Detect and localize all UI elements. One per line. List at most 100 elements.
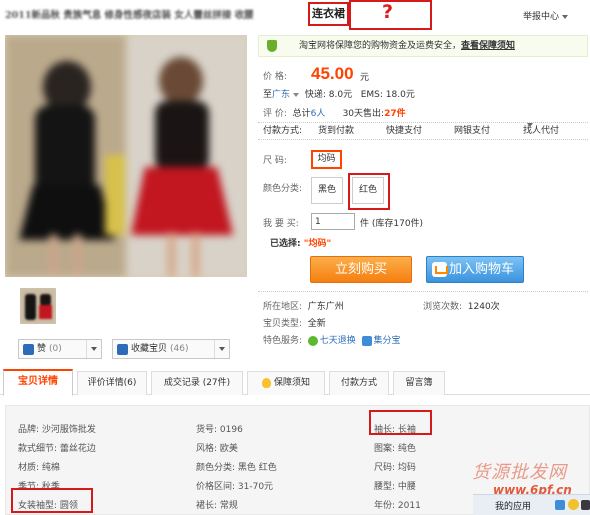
- attribute-item: 图案: 纯色: [374, 444, 416, 454]
- tab-transactions[interactable]: 成交记录 (27件): [151, 371, 243, 395]
- app-icon[interactable]: [555, 500, 565, 510]
- attribute-item: 品牌: 沙河服饰批发: [18, 425, 96, 435]
- collect-label: 收藏宝贝: [131, 344, 168, 354]
- buy-now-button[interactable]: 立刻购买: [310, 256, 412, 283]
- shipping-city-select[interactable]: 广东: [272, 90, 290, 100]
- tab-reviews[interactable]: 评价详情(6): [77, 371, 147, 395]
- safety-notice: 淘宝网将保障您的购物资金及运费安全，查看保障须知: [258, 35, 588, 57]
- attribute-item: 款式细节: 蕾丝花边: [18, 444, 96, 454]
- safety-link[interactable]: 查看保障须知: [461, 41, 515, 51]
- color-option-red[interactable]: 红色: [352, 177, 384, 204]
- shield-icon: [267, 40, 277, 52]
- add-to-cart-label: 加入购物车: [449, 262, 515, 277]
- attribute-item: 腰型: 中腰: [374, 482, 416, 492]
- attribute-item: 价格区间: 31-70元: [196, 482, 274, 492]
- collect-count: (46): [170, 344, 189, 354]
- views-value: 1240次: [467, 302, 500, 312]
- main-product-image[interactable]: [5, 35, 247, 277]
- attribute-item: 材质: 纯棉: [18, 463, 60, 473]
- collar-annotation-frame: [11, 488, 93, 513]
- title-highlight-annotation: 连衣裙: [308, 2, 349, 26]
- tab-payment[interactable]: 付款方式: [329, 371, 389, 395]
- like-dropdown-chevron-icon[interactable]: [86, 340, 101, 358]
- size-option-onesize[interactable]: 均码: [311, 150, 342, 169]
- sleeve-annotation-frame: [369, 410, 432, 435]
- price-label: 价 格:: [263, 72, 287, 82]
- quantity-label: 我 要 买:: [263, 219, 299, 229]
- like-button[interactable]: 赞 (0): [18, 339, 102, 359]
- chevron-down-icon: [562, 14, 569, 19]
- evaluation-row: 评 价: 总计6人 30天售出:27件: [263, 106, 406, 119]
- evaluation-total-link[interactable]: 6人: [311, 109, 326, 119]
- service-jifenbao[interactable]: 集分宝: [374, 336, 401, 346]
- thumbnail-graphic: [20, 288, 56, 324]
- watermark-text: 货源批发网: [472, 462, 567, 483]
- services-label: 特色服务:: [263, 336, 303, 346]
- type-label: 宝贝类型:: [263, 319, 303, 329]
- report-center-link[interactable]: 举报中心: [523, 9, 569, 22]
- attribute-item: 尺码: 均码: [374, 463, 416, 473]
- cart-icon: [432, 262, 448, 277]
- price-unit: 元: [360, 73, 370, 83]
- attribute-item: 年份: 2011: [374, 501, 421, 511]
- color-label: 颜色分类:: [263, 184, 303, 194]
- selected-summary: 已选择: "均码": [270, 236, 331, 249]
- collect-icon: [117, 344, 128, 355]
- like-count: (0): [49, 344, 62, 354]
- service-seven-day-return[interactable]: 七天退换: [320, 336, 356, 346]
- views-label: 浏览次数:: [423, 302, 463, 312]
- add-to-cart-button[interactable]: 加入购物车: [426, 256, 524, 283]
- evaluation-total-prefix: 总计: [292, 109, 311, 119]
- type-row: 宝贝类型: 全新: [263, 316, 326, 329]
- tab-guarantee-label: 保障须知: [273, 378, 310, 388]
- thumbnail-image[interactable]: [20, 288, 56, 324]
- tab-item-detail[interactable]: 宝贝详情: [3, 369, 73, 396]
- services-row: 特色服务: 七天退换 集分宝: [263, 333, 401, 346]
- payment-method-bank[interactable]: 网银支付: [454, 123, 490, 140]
- product-photo-graphic: [5, 35, 247, 277]
- smiley-icon[interactable]: [568, 499, 579, 510]
- tab-guestbook[interactable]: 留言簿: [393, 371, 445, 395]
- tab-guarantee[interactable]: 保障须知: [247, 371, 325, 395]
- report-label: 举报中心: [523, 12, 560, 22]
- payment-method-cod[interactable]: 货到付款: [318, 123, 354, 140]
- color-option-black[interactable]: 黑色: [311, 177, 343, 204]
- payment-method-quick[interactable]: 快捷支付: [386, 123, 422, 140]
- selected-label: 已选择:: [270, 239, 301, 249]
- thumbs-up-icon: [23, 344, 34, 355]
- question-mark: ?: [382, 1, 394, 23]
- price-value: 45.00: [311, 64, 354, 83]
- app-icon[interactable]: [581, 500, 590, 510]
- shipping-to: 至: [263, 90, 273, 100]
- attribute-item: 风格: 欧美: [196, 444, 238, 454]
- like-label: 赞: [37, 344, 47, 354]
- detail-tabs: 宝贝详情 评价详情(6) 成交记录 (27件) 保障须知 付款方式 留言簿: [0, 369, 590, 396]
- shipping-express: 快递: 8.0元: [304, 90, 353, 100]
- collect-dropdown-chevron-icon[interactable]: [214, 340, 229, 358]
- seven-day-return-icon: [307, 335, 318, 346]
- evaluation-label: 评 价:: [263, 109, 287, 119]
- product-title: 2011新品秋 贵族气息 修身性感夜店装 女人蕾丝拼接 收腰: [5, 10, 254, 21]
- safety-text: 淘宝网将保障您的购物资金及运费安全，: [299, 41, 462, 51]
- my-apps-bar[interactable]: 我的应用: [473, 494, 590, 515]
- location-value: 广东广州: [307, 302, 344, 312]
- chevron-down-icon: [527, 123, 533, 127]
- selected-value: "均码": [303, 239, 332, 249]
- attribute-item: 颜色分类: 黑色 红色: [196, 463, 277, 473]
- title-bar: 2011新品秋 贵族气息 修身性感夜店装 女人蕾丝拼接 收腰 连衣裙 ? 举报中…: [0, 0, 590, 30]
- bulb-icon: [261, 377, 271, 388]
- payment-methods-bar: 付款方式: 货到付款 快捷支付 网银支付 找人代付: [258, 122, 588, 140]
- info-divider: [258, 291, 588, 292]
- my-apps-label: 我的应用: [495, 502, 532, 512]
- views-row: 浏览次数: 1240次: [423, 299, 500, 312]
- size-label: 尺 码:: [263, 156, 287, 166]
- quantity-input[interactable]: [311, 213, 355, 230]
- attribute-item: 货号: 0196: [196, 425, 243, 435]
- chevron-down-icon: [293, 92, 300, 97]
- payment-label: 付款方式:: [263, 126, 303, 136]
- sold-prefix: 30天售出:: [342, 109, 385, 119]
- type-value: 全新: [307, 319, 326, 329]
- collect-button[interactable]: 收藏宝贝 (46): [112, 339, 230, 359]
- question-annotation-box: ?: [349, 0, 432, 30]
- quantity-unit: 件 (库存170件): [360, 219, 424, 229]
